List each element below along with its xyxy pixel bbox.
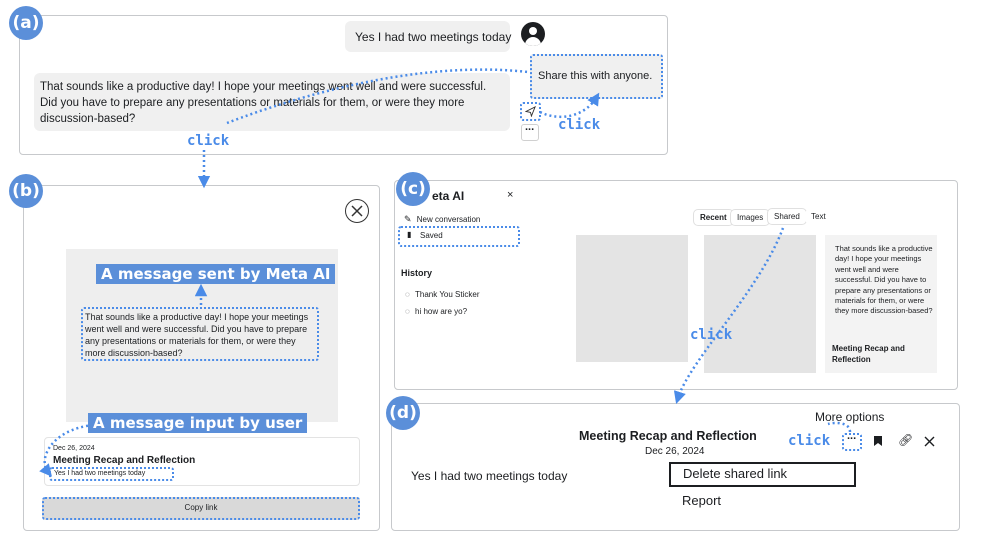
copy-link-button[interactable]: Copy link <box>42 497 360 520</box>
history-item[interactable]: ◌ Thank You Sticker <box>405 290 479 299</box>
user-avatar <box>521 22 545 46</box>
bookmark-icon <box>874 436 882 446</box>
share-tooltip: Share this with anyone. <box>530 54 663 99</box>
more-options-tooltip: More options <box>815 410 885 424</box>
edit-icon: ✎ <box>404 214 412 224</box>
brand-title: eta AI <box>432 189 465 203</box>
ai-message-bubble: That sounds like a productive day! I hop… <box>34 73 510 131</box>
bookmark-button[interactable] <box>873 434 883 446</box>
send-icon <box>525 106 536 117</box>
saved-card-image[interactable] <box>576 235 688 362</box>
label-user-message: A message input by user <box>88 413 308 433</box>
user-message-bubble: Yes I had two meetings today <box>345 21 512 52</box>
share-date: Dec 26, 2024 <box>53 445 95 452</box>
saved-card-image[interactable] <box>704 235 816 373</box>
panel-c-badge: (c) <box>396 172 430 206</box>
conversation-date: Dec 26, 2024 <box>645 446 705 457</box>
more-options-button[interactable]: ... <box>842 430 862 451</box>
close-icon <box>924 436 935 447</box>
close-button[interactable] <box>345 199 369 223</box>
ai-message-text: That sounds like a productive day! I hop… <box>40 81 487 125</box>
user-snippet: Yes I had two meetings today <box>49 467 174 481</box>
user-message-text: Yes I had two meetings today <box>355 30 512 44</box>
more-button[interactable]: ... <box>521 121 539 141</box>
conversation-title: Meeting Recap and Reflection <box>579 429 757 443</box>
link-icon: 🔗︎ <box>898 433 914 447</box>
chat-icon: ◌ <box>405 307 410 316</box>
tab-text[interactable]: Text <box>805 209 832 224</box>
ai-preview-text: That sounds like a productive day! I hop… <box>81 307 319 361</box>
history-heading: History <box>401 268 433 278</box>
share-button[interactable] <box>520 102 541 121</box>
tab-recent[interactable]: Recent <box>693 209 734 226</box>
new-conversation[interactable]: ✎ New conversation <box>404 214 480 225</box>
menu-item-delete-shared-link[interactable]: Delete shared link <box>669 462 856 487</box>
saved-card-text[interactable]: That sounds like a productive day! I hop… <box>825 235 937 373</box>
click-annotation-c: click <box>690 327 733 343</box>
saved-item[interactable]: ▮ Saved <box>398 226 520 247</box>
tab-shared[interactable]: Shared <box>767 208 807 225</box>
click-annotation-a1: click <box>558 117 601 133</box>
share-title: Meeting Recap and Reflection <box>53 455 196 466</box>
bookmark-icon: ▮ <box>407 230 412 239</box>
link-button[interactable]: 🔗︎ <box>898 433 913 447</box>
ellipsis-icon: ... <box>847 430 857 442</box>
click-annotation-d: click <box>788 433 831 449</box>
panel-a-badge: (a) <box>9 6 43 40</box>
close-icon <box>351 205 363 217</box>
sidebar-close[interactable]: × <box>507 189 513 201</box>
label-ai-message: A message sent by Meta AI <box>96 264 336 284</box>
close-button[interactable] <box>924 434 935 452</box>
history-item[interactable]: ◌ hi how are yo? <box>405 307 467 316</box>
ellipsis-icon: ... <box>525 121 535 133</box>
chat-icon: ◌ <box>405 290 410 299</box>
panel-b-badge: (b) <box>9 174 43 208</box>
click-annotation-a2: click <box>187 133 230 149</box>
menu-item-report[interactable]: Report <box>682 493 721 508</box>
user-message-text: Yes I had two meetings today <box>411 469 568 483</box>
panel-d-badge: (d) <box>386 396 420 430</box>
tab-images[interactable]: Images <box>730 209 771 226</box>
